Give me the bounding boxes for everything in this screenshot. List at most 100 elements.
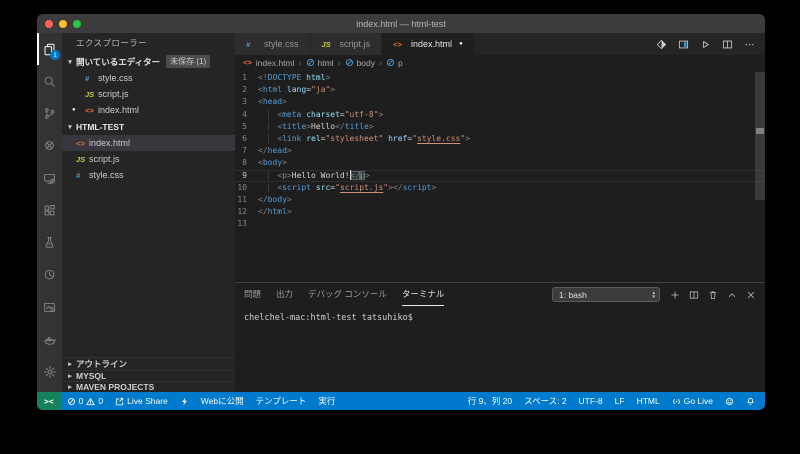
- tab-style.css[interactable]: #style.css: [235, 33, 311, 55]
- status-run-task[interactable]: 実行: [312, 392, 341, 410]
- code-line: 11</body>: [235, 194, 765, 206]
- line-number: 4: [235, 109, 258, 121]
- folder-header[interactable]: ▾ HTML-TEST: [62, 118, 235, 135]
- open-preview-icon: [678, 39, 689, 50]
- code-lines: 1<!DOCTYPE html>2<html lang="ja">3<head>…: [235, 72, 765, 230]
- line-number: 11: [235, 194, 258, 206]
- status-azure-zap[interactable]: [174, 392, 195, 410]
- sidebar-section-maven-projects[interactable]: ▸MAVEN PROJECTS: [62, 381, 235, 392]
- file-name: style.css: [98, 73, 133, 83]
- breadcrumb-item-html[interactable]: html: [306, 58, 334, 68]
- activity-live-preview[interactable]: [37, 291, 62, 323]
- breadcrumb-label: body: [357, 58, 375, 68]
- status-text: UTF-8: [579, 396, 603, 406]
- open-editor-row[interactable]: #style.css: [62, 70, 235, 86]
- status-template[interactable]: テンプレート: [250, 392, 313, 410]
- activity-test[interactable]: [37, 227, 62, 259]
- chevron-up-button[interactable]: [727, 290, 737, 300]
- sidebar-section-アウトライン[interactable]: ▸アウトライン: [62, 357, 235, 370]
- line-number: 2: [235, 84, 258, 96]
- activity-explorer[interactable]: 1: [37, 33, 62, 65]
- open-editors-header[interactable]: ▾ 開いているエディター 未保存 (1): [62, 53, 235, 70]
- code-token: Hello: [311, 122, 335, 131]
- code-token: >: [330, 85, 335, 94]
- activity-manage[interactable]: [37, 356, 62, 388]
- trash-button[interactable]: [708, 290, 718, 300]
- code-token: </: [258, 195, 268, 204]
- panel-tab-ターミナル[interactable]: ターミナル: [402, 283, 445, 306]
- line-content: <script src="script.js"></script>: [258, 182, 436, 194]
- activity-docker[interactable]: [37, 323, 62, 355]
- tab-index.html[interactable]: <>index.html●: [382, 33, 475, 55]
- open-editor-row[interactable]: ●<>index.html: [62, 102, 235, 118]
- breadcrumb-item-p[interactable]: p: [386, 58, 403, 68]
- close-window-button[interactable]: [45, 20, 53, 28]
- status-eol[interactable]: LF: [609, 392, 631, 410]
- code-token: [258, 110, 277, 119]
- status-language-mode[interactable]: HTML: [631, 392, 666, 410]
- status-live-share[interactable]: Live Share: [109, 392, 174, 410]
- activity-extensions[interactable]: [37, 194, 62, 226]
- activity-code-time[interactable]: [37, 259, 62, 291]
- more-actions-icon: [744, 39, 755, 50]
- more-actions-button[interactable]: [744, 39, 755, 50]
- live-share-icon: [115, 397, 124, 406]
- code-token: script.js: [340, 183, 383, 192]
- open-editor-row[interactable]: JSscript.js: [62, 86, 235, 102]
- panel-tab-問題[interactable]: 問題: [244, 283, 261, 306]
- code-line: 7</head>: [235, 145, 765, 157]
- close-button[interactable]: [746, 290, 756, 300]
- trash-icon: [708, 290, 718, 300]
- section-label: アウトライン: [76, 358, 127, 370]
- title-bar[interactable]: index.html — html-test: [37, 14, 765, 33]
- minimize-window-button[interactable]: [59, 20, 67, 28]
- breadcrumb-item-body[interactable]: body: [345, 58, 375, 68]
- sidebar-section-mysql[interactable]: ▸MYSQL: [62, 370, 235, 381]
- line-content: <head>: [258, 96, 287, 108]
- code-token: >: [325, 73, 330, 82]
- run-button[interactable]: [700, 39, 711, 50]
- tree-file-row[interactable]: #style.css: [62, 167, 235, 183]
- status-publish-web[interactable]: Webに公開: [195, 392, 250, 410]
- status-notifications[interactable]: [740, 392, 761, 410]
- status-remote-indicator[interactable]: ><: [37, 392, 61, 410]
- status-problems[interactable]: 00: [61, 392, 109, 410]
- code-token: style.css: [417, 134, 460, 143]
- line-content: <title>Hello</title>: [258, 121, 374, 133]
- split-button[interactable]: [689, 290, 699, 300]
- activity-remote-explorer[interactable]: [37, 162, 62, 194]
- line-content: </head>: [258, 145, 292, 157]
- editor-scrollbar[interactable]: [755, 72, 765, 200]
- tree-file-row[interactable]: JSscript.js: [62, 151, 235, 167]
- tab-script.js[interactable]: JSscript.js: [311, 33, 383, 55]
- code-token: [258, 134, 277, 143]
- split-editor-button[interactable]: [722, 39, 733, 50]
- code-line: 2<html lang="ja">: [235, 84, 765, 96]
- status-cursor-position[interactable]: 行 9、列 20: [462, 392, 518, 410]
- split-editor-icon: [722, 39, 733, 50]
- zoom-window-button[interactable]: [73, 20, 81, 28]
- panel-tab-出力[interactable]: 出力: [276, 283, 293, 306]
- activity-source-control[interactable]: [37, 98, 62, 130]
- select-arrows-icon: ▲▼: [652, 291, 656, 299]
- status-indentation[interactable]: スペース: 2: [518, 392, 572, 410]
- panel-tab-デバッグ コンソール[interactable]: デバッグ コンソール: [308, 283, 387, 306]
- status-feedback[interactable]: [719, 392, 740, 410]
- flask-icon: [43, 236, 56, 249]
- breadcrumb: <>index.html›html›body›p: [235, 55, 765, 70]
- add-button[interactable]: [670, 290, 680, 300]
- status-go-live[interactable]: Go Live: [666, 392, 719, 410]
- tree-file-row[interactable]: <>index.html: [62, 135, 235, 151]
- open-preview-button[interactable]: [678, 39, 689, 50]
- code-editor[interactable]: 1<!DOCTYPE html>2<html lang="ja">3<head>…: [235, 70, 765, 282]
- activity-search[interactable]: [37, 65, 62, 97]
- terminal-output[interactable]: chelchel-mac:html-test tatsuhiko$: [235, 306, 765, 392]
- code-line: 9 <p>Hello World!</p>: [235, 170, 765, 182]
- terminal-shell-select[interactable]: 1: bash ▲▼: [552, 287, 660, 302]
- format-button[interactable]: [656, 39, 667, 50]
- activity-debug[interactable]: [37, 130, 62, 162]
- code-token: "ja": [311, 85, 330, 94]
- breadcrumb-item-index.html[interactable]: <>index.html: [243, 58, 295, 68]
- source-control-icon: [43, 107, 56, 120]
- status-encoding[interactable]: UTF-8: [573, 392, 609, 410]
